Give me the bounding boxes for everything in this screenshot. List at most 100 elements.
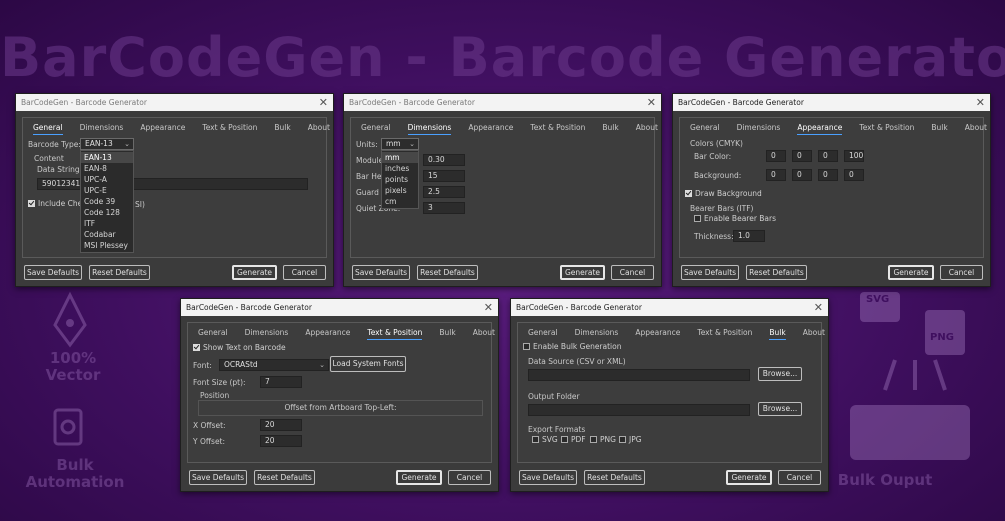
data-source-input[interactable] bbox=[528, 369, 750, 381]
module-input[interactable]: 0.30 bbox=[423, 154, 465, 166]
close-icon[interactable]: ✕ bbox=[319, 97, 328, 108]
format-png-checkbox[interactable]: PNG bbox=[590, 435, 616, 444]
enable-bearer-checkbox[interactable]: Enable Bearer Bars bbox=[694, 214, 776, 223]
y-offset-input[interactable]: 20 bbox=[260, 435, 302, 447]
browse-data-source-button[interactable]: Browse... bbox=[758, 367, 802, 381]
tab-about[interactable]: About bbox=[473, 328, 495, 340]
window-titlebar[interactable]: BarCodeGen - Barcode Generator ✕ bbox=[16, 94, 333, 111]
barcode-type-select[interactable]: EAN-13 ⌄ bbox=[80, 138, 134, 150]
dropdown-option[interactable]: mm bbox=[382, 152, 418, 163]
close-icon[interactable]: ✕ bbox=[647, 97, 656, 108]
tab-dimensions[interactable]: Dimensions bbox=[575, 328, 619, 340]
generate-button[interactable]: Generate bbox=[726, 470, 772, 485]
background-k-input[interactable]: 0 bbox=[844, 169, 864, 181]
dropdown-option[interactable]: MSI Plessey bbox=[81, 240, 133, 251]
browse-output-folder-button[interactable]: Browse... bbox=[758, 402, 802, 416]
x-offset-input[interactable]: 20 bbox=[260, 419, 302, 431]
dropdown-option[interactable]: Codabar bbox=[81, 229, 133, 240]
draw-background-checkbox[interactable]: Draw Background bbox=[685, 189, 762, 198]
tab-appearance[interactable]: Appearance bbox=[635, 328, 680, 340]
background-m-input[interactable]: 0 bbox=[792, 169, 812, 181]
save-defaults-button[interactable]: Save Defaults bbox=[189, 470, 247, 485]
generate-button[interactable]: Generate bbox=[888, 265, 934, 280]
tab-appearance[interactable]: Appearance bbox=[140, 123, 185, 135]
dropdown-option[interactable]: points bbox=[382, 174, 418, 185]
generate-button[interactable]: Generate bbox=[396, 470, 442, 485]
tab-bulk[interactable]: Bulk bbox=[769, 328, 786, 340]
enable-bulk-checkbox[interactable]: Enable Bulk Generation bbox=[523, 342, 621, 351]
dropdown-option[interactable]: UPC-E bbox=[81, 185, 133, 196]
tab-general[interactable]: General bbox=[198, 328, 228, 340]
background-y-input[interactable]: 0 bbox=[818, 169, 838, 181]
dropdown-option[interactable]: UPC-A bbox=[81, 174, 133, 185]
window-titlebar[interactable]: BarCodeGen - Barcode Generator ✕ bbox=[673, 94, 990, 111]
bar-color-m-input[interactable]: 0 bbox=[792, 150, 812, 162]
close-icon[interactable]: ✕ bbox=[484, 302, 493, 313]
quiet-zone-input[interactable]: 3 bbox=[423, 202, 465, 214]
save-defaults-button[interactable]: Save Defaults bbox=[352, 265, 410, 280]
window-titlebar[interactable]: BarCodeGen - Barcode Generator ✕ bbox=[511, 299, 828, 316]
save-defaults-button[interactable]: Save Defaults bbox=[681, 265, 739, 280]
reset-defaults-button[interactable]: Reset Defaults bbox=[746, 265, 807, 280]
reset-defaults-button[interactable]: Reset Defaults bbox=[254, 470, 315, 485]
reset-defaults-button[interactable]: Reset Defaults bbox=[417, 265, 478, 280]
cancel-button[interactable]: Cancel bbox=[448, 470, 491, 485]
dropdown-option[interactable]: Code 39 bbox=[81, 196, 133, 207]
tab-text-position[interactable]: Text & Position bbox=[367, 328, 423, 340]
close-icon[interactable]: ✕ bbox=[814, 302, 823, 313]
format-jpg-checkbox[interactable]: JPG bbox=[619, 435, 642, 444]
bar-height-input[interactable]: 15 bbox=[423, 170, 465, 182]
load-system-fonts-button[interactable]: Load System Fonts bbox=[330, 356, 406, 372]
tab-about[interactable]: About bbox=[636, 123, 658, 135]
guard-input[interactable]: 2.5 bbox=[423, 186, 465, 198]
tab-appearance[interactable]: Appearance bbox=[305, 328, 350, 340]
font-size-input[interactable]: 7 bbox=[260, 376, 302, 388]
dropdown-option[interactable]: EAN-13 bbox=[81, 152, 133, 163]
tab-general[interactable]: General bbox=[528, 328, 558, 340]
tab-general[interactable]: General bbox=[690, 123, 720, 135]
dropdown-option[interactable]: inches bbox=[382, 163, 418, 174]
tab-text-position[interactable]: Text & Position bbox=[202, 123, 257, 135]
format-pdf-checkbox[interactable]: PDF bbox=[561, 435, 586, 444]
dropdown-option[interactable]: ITF bbox=[81, 218, 133, 229]
cancel-button[interactable]: Cancel bbox=[778, 470, 821, 485]
format-svg-checkbox[interactable]: SVG bbox=[532, 435, 558, 444]
bar-color-k-input[interactable]: 100 bbox=[844, 150, 864, 162]
data-string-input[interactable]: 5901234123 bbox=[37, 178, 308, 190]
tab-about[interactable]: About bbox=[308, 123, 330, 135]
tab-dimensions[interactable]: Dimensions bbox=[407, 123, 452, 135]
include-checksum-checkbox[interactable]: Include Chec bbox=[28, 199, 86, 208]
save-defaults-button[interactable]: Save Defaults bbox=[519, 470, 577, 485]
tab-appearance[interactable]: Appearance bbox=[468, 123, 513, 135]
bar-color-y-input[interactable]: 0 bbox=[818, 150, 838, 162]
font-select[interactable]: OCRAStd ⌄ bbox=[219, 359, 329, 371]
cancel-button[interactable]: Cancel bbox=[940, 265, 983, 280]
tab-general[interactable]: General bbox=[361, 123, 391, 135]
tab-general[interactable]: General bbox=[33, 123, 63, 135]
thickness-input[interactable]: 1.0 bbox=[733, 230, 765, 242]
tab-dimensions[interactable]: Dimensions bbox=[737, 123, 781, 135]
tab-dimensions[interactable]: Dimensions bbox=[245, 328, 289, 340]
generate-button[interactable]: Generate bbox=[560, 265, 605, 280]
cancel-button[interactable]: Cancel bbox=[283, 265, 326, 280]
dropdown-option[interactable]: EAN-8 bbox=[81, 163, 133, 174]
save-defaults-button[interactable]: Save Defaults bbox=[24, 265, 82, 280]
cancel-button[interactable]: Cancel bbox=[611, 265, 654, 280]
output-folder-input[interactable] bbox=[528, 404, 750, 416]
reset-defaults-button[interactable]: Reset Defaults bbox=[584, 470, 645, 485]
tab-about[interactable]: About bbox=[965, 123, 987, 135]
dropdown-option[interactable]: cm bbox=[382, 196, 418, 207]
bar-color-c-input[interactable]: 0 bbox=[766, 150, 786, 162]
tab-dimensions[interactable]: Dimensions bbox=[80, 123, 124, 135]
generate-button[interactable]: Generate bbox=[232, 265, 277, 280]
background-c-input[interactable]: 0 bbox=[766, 169, 786, 181]
show-text-checkbox[interactable]: Show Text on Barcode bbox=[193, 343, 286, 352]
tab-text-position[interactable]: Text & Position bbox=[697, 328, 752, 340]
dropdown-option[interactable]: pixels bbox=[382, 185, 418, 196]
window-titlebar[interactable]: BarCodeGen - Barcode Generator ✕ bbox=[344, 94, 661, 111]
tab-bulk[interactable]: Bulk bbox=[439, 328, 455, 340]
units-select[interactable]: mm ⌄ bbox=[381, 138, 419, 150]
tab-appearance[interactable]: Appearance bbox=[797, 123, 843, 135]
tab-bulk[interactable]: Bulk bbox=[274, 123, 290, 135]
tab-text-position[interactable]: Text & Position bbox=[530, 123, 585, 135]
